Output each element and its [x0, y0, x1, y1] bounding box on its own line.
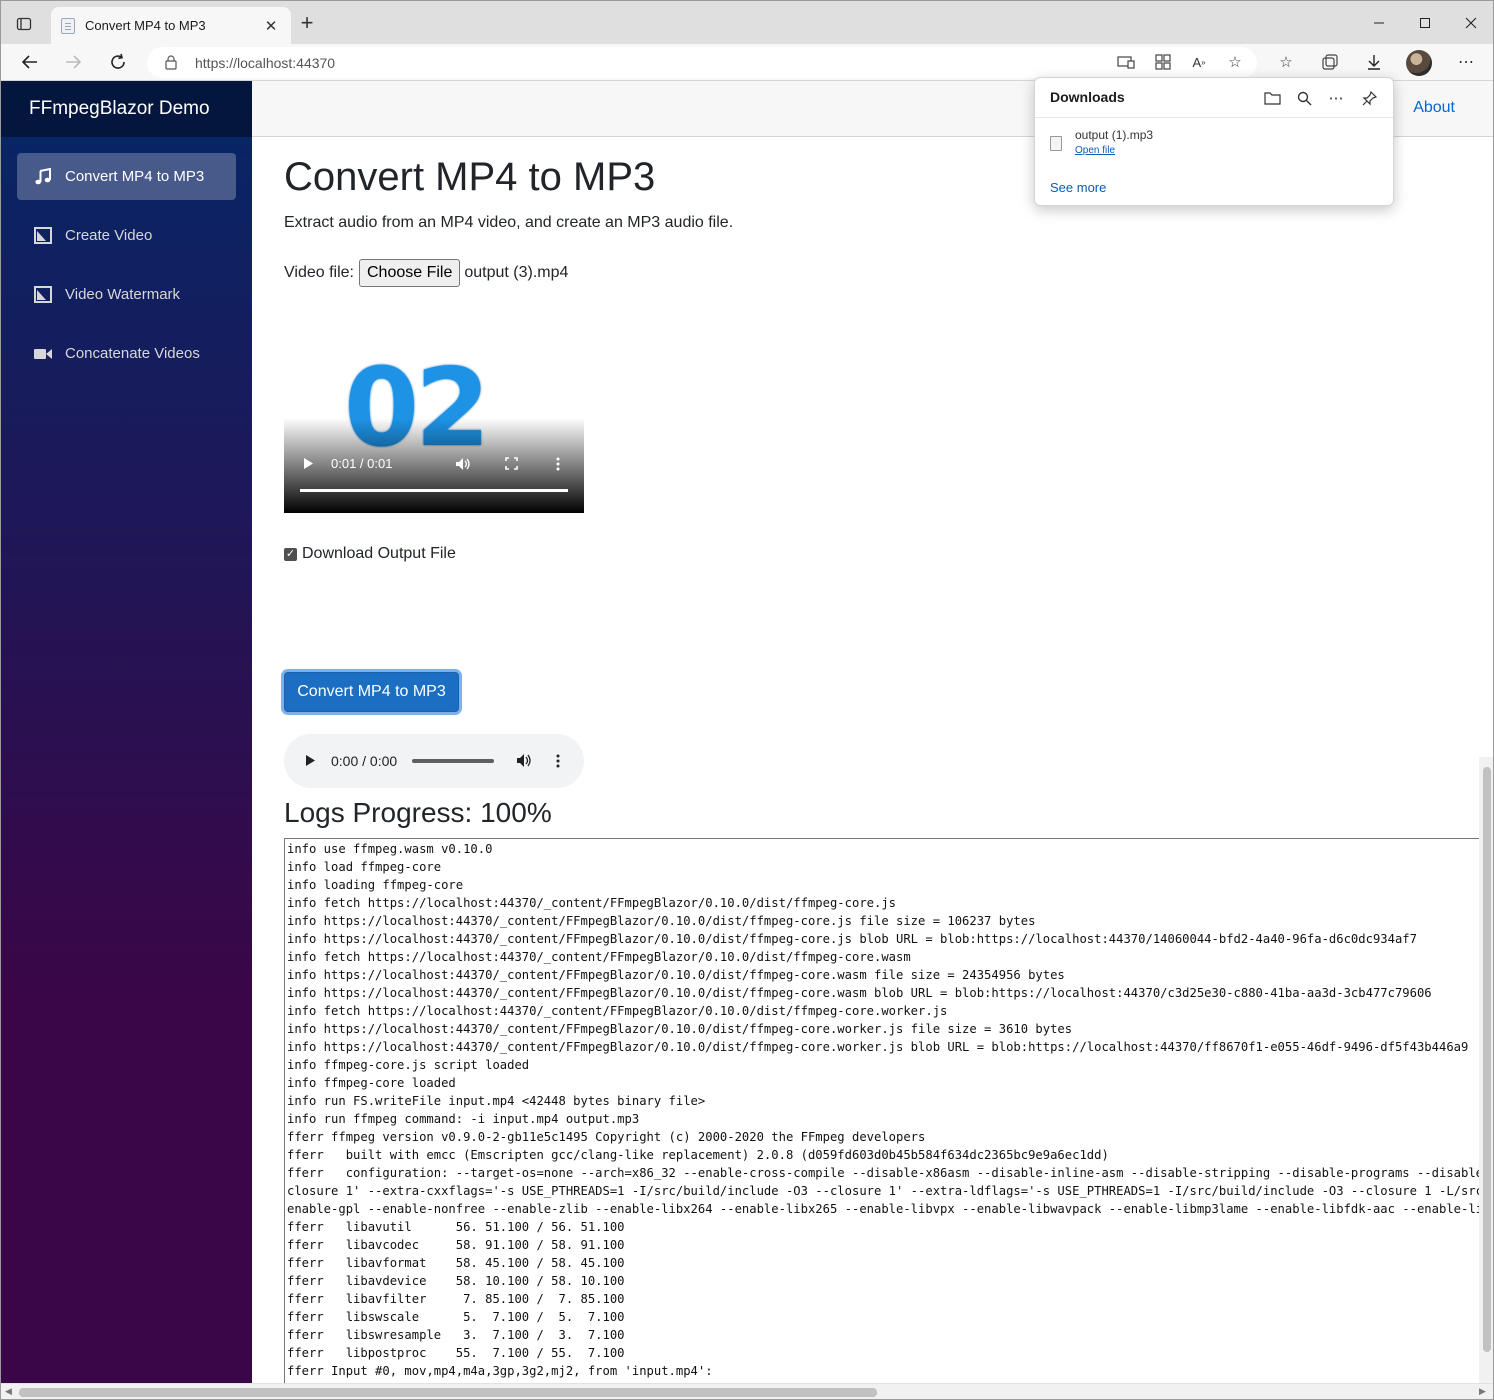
- brand[interactable]: FFmpegBlazor Demo: [1, 81, 252, 137]
- video-camera-icon: [33, 345, 53, 363]
- more-options-icon[interactable]: ⋯: [1454, 50, 1478, 74]
- lock-icon[interactable]: [165, 55, 177, 70]
- video-player[interactable]: 02 0:01 / 0:01: [284, 328, 584, 513]
- audio-more-icon[interactable]: [556, 754, 560, 771]
- sidebar-item-convert-mp4-to-mp3[interactable]: Convert MP4 to MP3: [17, 153, 236, 200]
- play-icon[interactable]: [303, 457, 314, 473]
- add-favorite-icon[interactable]: ☆: [1223, 50, 1247, 74]
- audio-seek-bar[interactable]: [412, 759, 494, 763]
- read-aloud-icon[interactable]: A»: [1187, 50, 1211, 74]
- profile-avatar[interactable]: [1406, 50, 1432, 76]
- volume-icon[interactable]: [455, 457, 471, 474]
- app-available-icon[interactable]: [1114, 50, 1138, 74]
- open-folder-icon[interactable]: [1261, 87, 1283, 109]
- pin-icon[interactable]: [1358, 87, 1380, 109]
- extensions-grid-icon[interactable]: [1151, 50, 1175, 74]
- audio-volume-icon[interactable]: [516, 753, 533, 771]
- page-title: Convert MP4 to MP3: [284, 155, 656, 199]
- browser-window: Convert MP4 to MP3 ✕ + https://localhost…: [0, 0, 1494, 1400]
- video-progress-bar[interactable]: [300, 489, 568, 492]
- page-subtitle: Extract audio from an MP4 video, and cre…: [284, 214, 734, 231]
- favorites-icon[interactable]: ☆: [1274, 50, 1298, 74]
- tab-close-icon[interactable]: ✕: [261, 17, 281, 35]
- download-checkbox-label[interactable]: Download Output File: [302, 545, 456, 563]
- see-more-link[interactable]: See more: [1050, 180, 1106, 195]
- refresh-icon[interactable]: [103, 48, 133, 76]
- page-favicon-icon: [61, 17, 75, 34]
- music-icon: [33, 168, 53, 186]
- about-link[interactable]: About: [1413, 99, 1455, 117]
- address-bar[interactable]: https://localhost:44370: [147, 47, 1257, 78]
- url-text[interactable]: https://localhost:44370: [195, 55, 335, 71]
- image-icon: [33, 227, 53, 245]
- window-close-icon[interactable]: [1448, 9, 1493, 37]
- fullscreen-icon[interactable]: [505, 457, 518, 473]
- scroll-left-icon[interactable]: ◀: [5, 1386, 12, 1397]
- search-icon[interactable]: [1293, 87, 1315, 109]
- file-input-row: Video file: Choose File output (3).mp4: [284, 259, 568, 287]
- sidebar-item-label: Create Video: [65, 227, 153, 244]
- browser-toolbar: https://localhost:44370 A» ☆ ☆ ⋯: [1, 44, 1493, 81]
- downloads-flyout: Downloads ⋯ output (1).mp3 Open file See…: [1034, 77, 1394, 206]
- audio-file-icon: [1050, 136, 1062, 151]
- sidebar-item-label: Video Watermark: [65, 286, 181, 303]
- sidebar-item-concatenate-videos[interactable]: Concatenate Videos: [17, 330, 236, 377]
- collections-icon[interactable]: [1318, 50, 1342, 74]
- sidebar: FFmpegBlazor Demo Convert MP4 to MP3 Cre…: [1, 81, 252, 1383]
- app: FFmpegBlazor Demo Convert MP4 to MP3 Cre…: [1, 81, 1493, 1399]
- maximize-icon[interactable]: [1402, 9, 1448, 37]
- download-checkbox[interactable]: ✓: [284, 547, 297, 561]
- minimize-icon[interactable]: [1356, 9, 1402, 37]
- logs-textarea[interactable]: info use ffmpeg.wasm v0.10.0 info load f…: [284, 838, 1479, 1399]
- sidebar-item-create-video[interactable]: Create Video: [17, 212, 236, 259]
- browser-tab[interactable]: Convert MP4 to MP3 ✕: [51, 7, 291, 44]
- sidebar-item-video-watermark[interactable]: Video Watermark: [17, 271, 236, 318]
- sidebar-item-label: Concatenate Videos: [65, 345, 200, 362]
- selected-file-name: output (3).mp4: [464, 264, 569, 281]
- tab-strip: Convert MP4 to MP3 ✕ +: [1, 1, 1493, 44]
- video-time: 0:01 / 0:01: [331, 456, 393, 471]
- download-checkbox-row: ✓ Download Output File: [284, 545, 456, 563]
- audio-time: 0:00 / 0:00: [331, 753, 398, 769]
- file-label: Video file:: [284, 264, 354, 281]
- open-file-link[interactable]: Open file: [1075, 145, 1115, 156]
- downloads-title: Downloads: [1050, 89, 1125, 105]
- downloads-icon[interactable]: [1362, 50, 1386, 74]
- logs-progress-title: Logs Progress: 100%: [284, 797, 552, 828]
- main-content: Convert MP4 to MP3 Extract audio from an…: [284, 137, 1493, 1399]
- tab-actions-icon[interactable]: [11, 11, 37, 37]
- convert-button[interactable]: Convert MP4 to MP3: [284, 672, 459, 712]
- audio-play-icon[interactable]: [305, 754, 316, 770]
- back-icon[interactable]: [15, 48, 45, 76]
- flyout-divider: [1035, 117, 1393, 118]
- scrollbar-thumb[interactable]: [1483, 767, 1491, 1352]
- image-icon: [33, 286, 53, 304]
- scroll-right-icon[interactable]: ▶: [1479, 1386, 1486, 1397]
- sidebar-item-label: Convert MP4 to MP3: [65, 168, 205, 185]
- nav-menu: Convert MP4 to MP3 Create Video Video Wa…: [1, 137, 252, 377]
- log-lines: info use ffmpeg.wasm v0.10.0 info load f…: [287, 842, 1479, 1396]
- page-horizontal-scrollbar[interactable]: ◀ ▶: [1, 1383, 1493, 1399]
- forward-icon[interactable]: [58, 48, 88, 76]
- new-tab-button[interactable]: +: [295, 11, 319, 37]
- download-file-name[interactable]: output (1).mp3: [1075, 128, 1153, 142]
- audio-player[interactable]: 0:00 / 0:00: [284, 734, 584, 788]
- choose-file-button[interactable]: Choose File: [358, 259, 461, 287]
- downloads-more-icon[interactable]: ⋯: [1325, 87, 1347, 109]
- tab-title: Convert MP4 to MP3: [85, 18, 206, 33]
- video-more-icon[interactable]: [556, 457, 560, 474]
- video-controls: 0:01 / 0:01: [284, 454, 584, 478]
- horizontal-scrollbar-thumb[interactable]: [19, 1388, 877, 1397]
- logs-vertical-scrollbar[interactable]: [1479, 757, 1493, 1383]
